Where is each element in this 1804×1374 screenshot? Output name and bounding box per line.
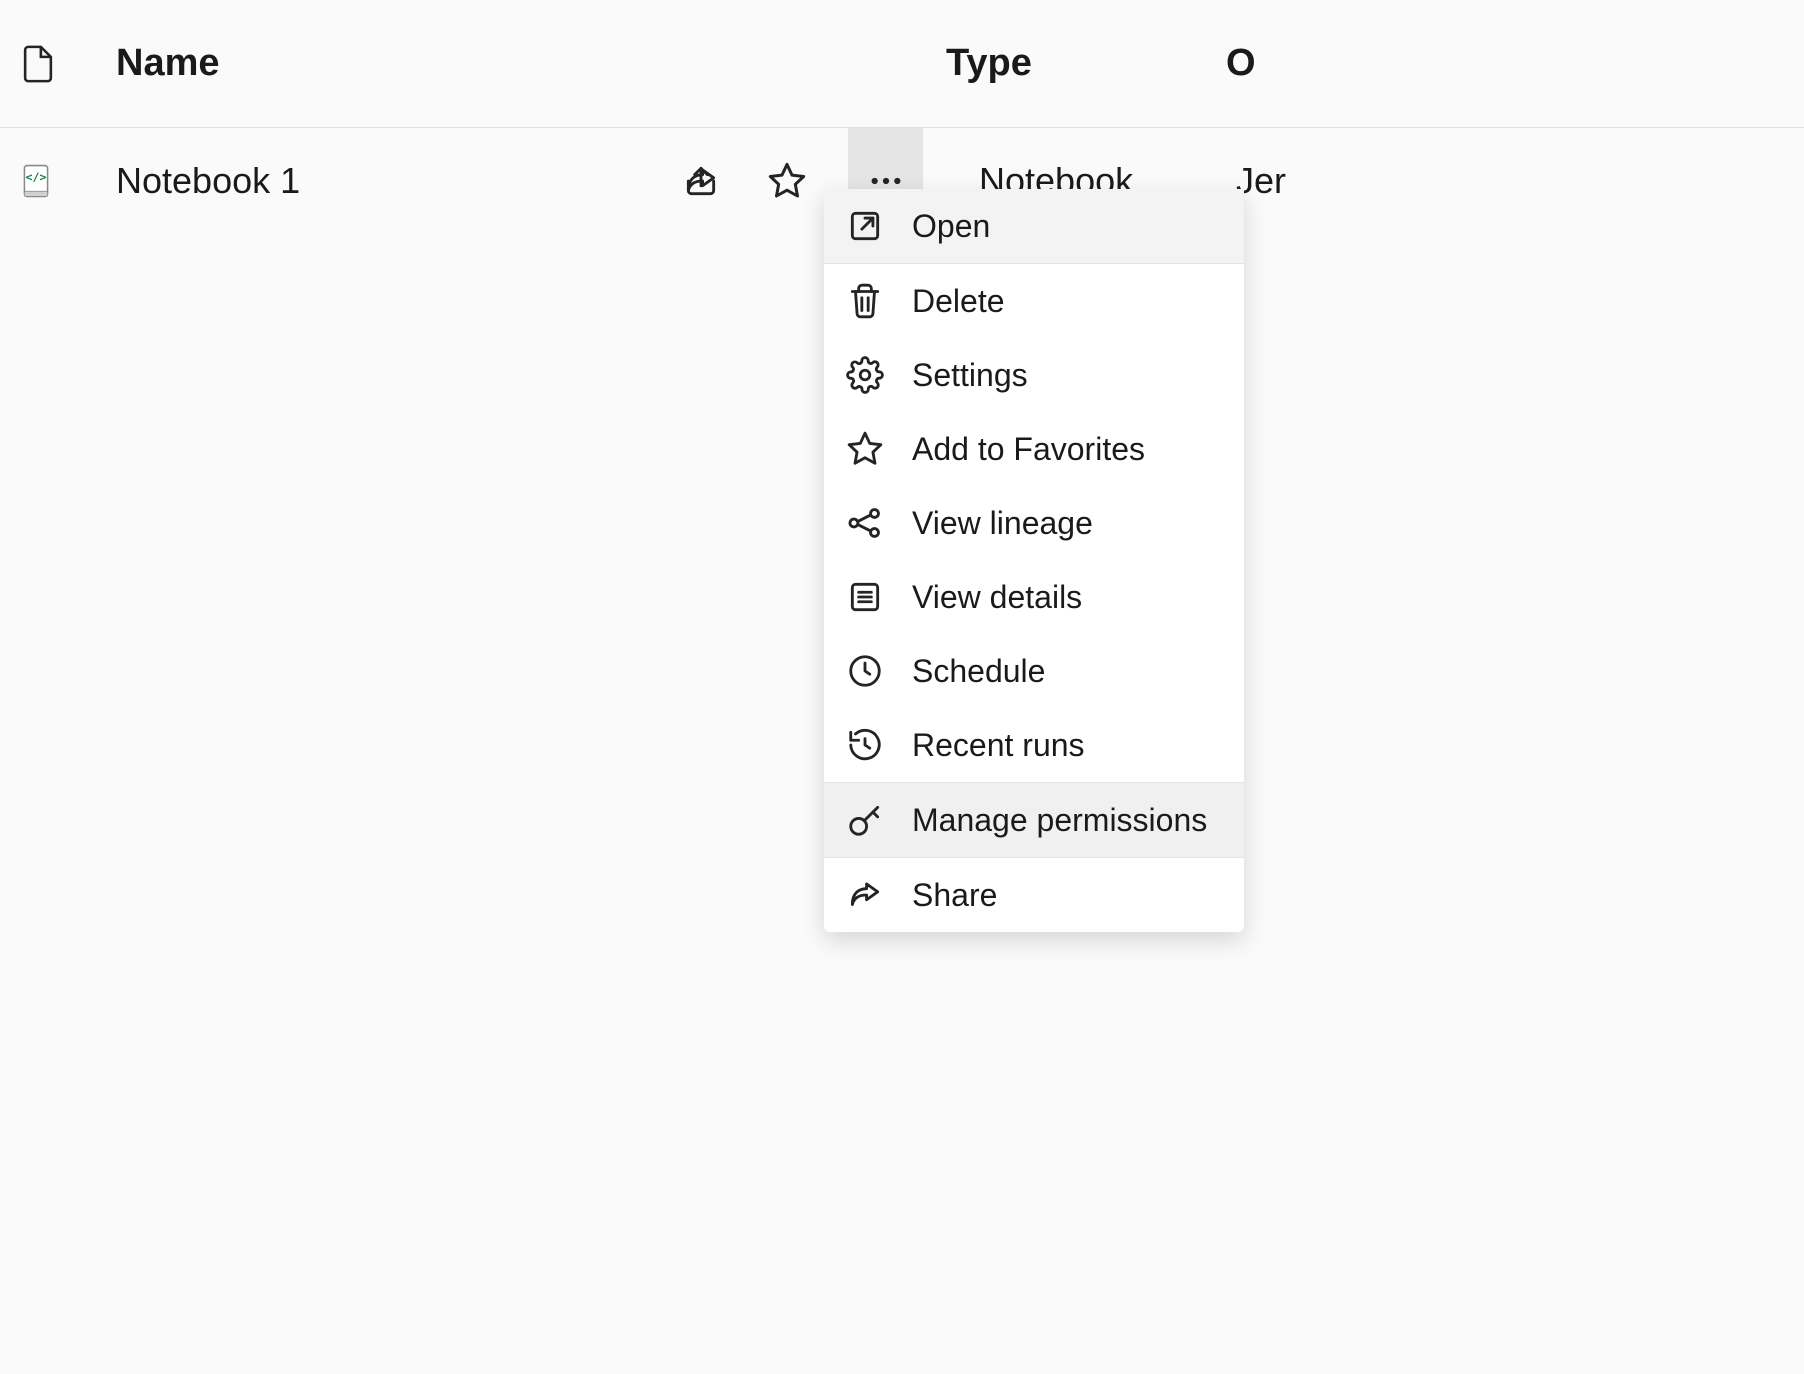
- open-icon: [846, 207, 884, 245]
- menu-item-share[interactable]: Share: [824, 858, 1244, 932]
- share-button[interactable]: [676, 156, 726, 206]
- menu-item-label: Schedule: [912, 653, 1045, 690]
- details-icon: [846, 578, 884, 616]
- share-arrow-icon: [682, 162, 720, 200]
- column-header-owner[interactable]: O: [1226, 42, 1256, 85]
- menu-item-label: Open: [912, 208, 990, 245]
- history-icon: [846, 726, 884, 764]
- menu-item-recent-runs[interactable]: Recent runs: [824, 708, 1244, 782]
- more-horizontal-icon: [869, 176, 903, 186]
- star-icon: [767, 161, 807, 201]
- context-menu: Open Delete Settings Add to Favorites: [824, 189, 1244, 932]
- header-icon-cell: [0, 44, 116, 84]
- share-icon: [846, 876, 884, 914]
- menu-item-label: Settings: [912, 357, 1028, 394]
- table-header: Name Type O: [0, 0, 1804, 128]
- menu-item-label: Recent runs: [912, 727, 1085, 764]
- menu-item-schedule[interactable]: Schedule: [824, 634, 1244, 708]
- menu-item-label: Delete: [912, 283, 1005, 320]
- star-icon: [846, 430, 884, 468]
- menu-item-view-lineage[interactable]: View lineage: [824, 486, 1244, 560]
- row-item-name[interactable]: Notebook 1: [116, 160, 676, 202]
- menu-item-label: Manage permissions: [912, 802, 1207, 839]
- favorite-button[interactable]: [762, 156, 812, 206]
- menu-item-label: Share: [912, 877, 997, 914]
- menu-item-label: Add to Favorites: [912, 431, 1145, 468]
- lineage-icon: [846, 504, 884, 542]
- menu-item-label: View lineage: [912, 505, 1093, 542]
- menu-item-label: View details: [912, 579, 1082, 616]
- menu-item-open[interactable]: Open: [824, 189, 1244, 263]
- menu-item-manage-permissions[interactable]: Manage permissions: [824, 783, 1244, 857]
- key-icon: [846, 801, 884, 839]
- gear-icon: [846, 356, 884, 394]
- trash-icon: [846, 282, 884, 320]
- menu-item-delete[interactable]: Delete: [824, 264, 1244, 338]
- notebook-icon: </>: [18, 163, 54, 199]
- file-icon: [20, 44, 56, 84]
- column-header-name[interactable]: Name: [116, 42, 946, 85]
- menu-item-view-details[interactable]: View details: [824, 560, 1244, 634]
- clock-icon: [846, 652, 884, 690]
- column-header-type[interactable]: Type: [946, 42, 1226, 85]
- menu-item-settings[interactable]: Settings: [824, 338, 1244, 412]
- menu-item-add-favorites[interactable]: Add to Favorites: [824, 412, 1244, 486]
- row-icon-cell: </>: [0, 163, 116, 199]
- svg-text:</>: </>: [26, 170, 47, 184]
